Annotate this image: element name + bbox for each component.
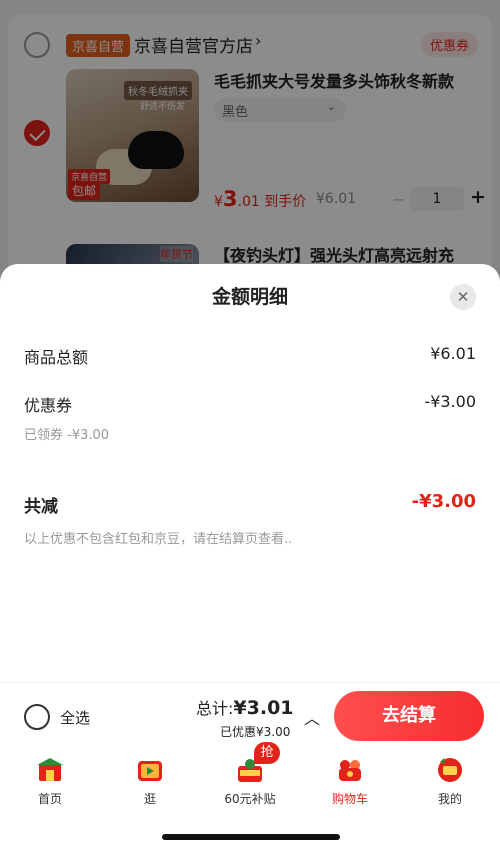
grab-badge: 抢	[254, 742, 280, 764]
total-reduce-label: 共减	[24, 497, 58, 517]
chevron-up-icon[interactable]: ︿	[304, 705, 320, 729]
checkout-button[interactable]: 去结算	[334, 691, 484, 741]
saved-amount: 已优惠¥3.00	[220, 725, 291, 739]
home-indicator	[162, 834, 340, 840]
sum-prefix: 总计:	[196, 699, 234, 718]
sheet-title: 金额明细	[211, 286, 288, 308]
tab-home[interactable]: 首页	[0, 748, 100, 812]
select-all-label[interactable]: 全选	[60, 707, 90, 728]
coupon-value: -¥3.00	[424, 392, 476, 411]
tab-profile-label: 我的	[437, 792, 462, 806]
total-reduce-value: -¥3.00	[411, 491, 476, 512]
tab-subsidy[interactable]: 60元补贴	[200, 748, 300, 812]
tab-bar: 首页 逛 60元补贴 抢 购物车 我的	[0, 742, 500, 812]
sum-value: ¥3.01	[233, 697, 294, 719]
tab-cart-label: 购物车	[331, 792, 368, 806]
tab-browse[interactable]: 逛	[100, 748, 200, 812]
close-icon[interactable]: ✕	[450, 284, 476, 310]
video-icon	[138, 761, 162, 781]
tab-subsidy-label: 60元补贴	[224, 792, 276, 806]
goods-total-value: ¥6.01	[430, 344, 476, 363]
dim-overlay[interactable]	[0, 0, 500, 290]
coupon-sub: 已领券 -¥3.00	[24, 428, 110, 443]
home-icon	[37, 758, 63, 781]
checkout-bar: 全选 总计:¥3.01 已优惠¥3.00 ︿ 去结算	[0, 682, 500, 748]
coupon-label: 优惠券	[24, 396, 73, 415]
sum-total: 总计:¥3.01	[196, 695, 294, 719]
discount-note: 以上优惠不包含红包和京豆，请在结算页查看..	[24, 532, 293, 547]
profile-icon	[438, 758, 462, 782]
tab-home-label: 首页	[37, 792, 62, 806]
goods-total-label: 商品总额	[24, 348, 89, 367]
cart-icon	[339, 760, 361, 781]
tab-browse-label: 逛	[143, 792, 156, 806]
tab-cart[interactable]: 购物车	[300, 748, 400, 812]
select-all-radio[interactable]	[24, 704, 50, 730]
tab-profile[interactable]: 我的	[400, 748, 500, 812]
